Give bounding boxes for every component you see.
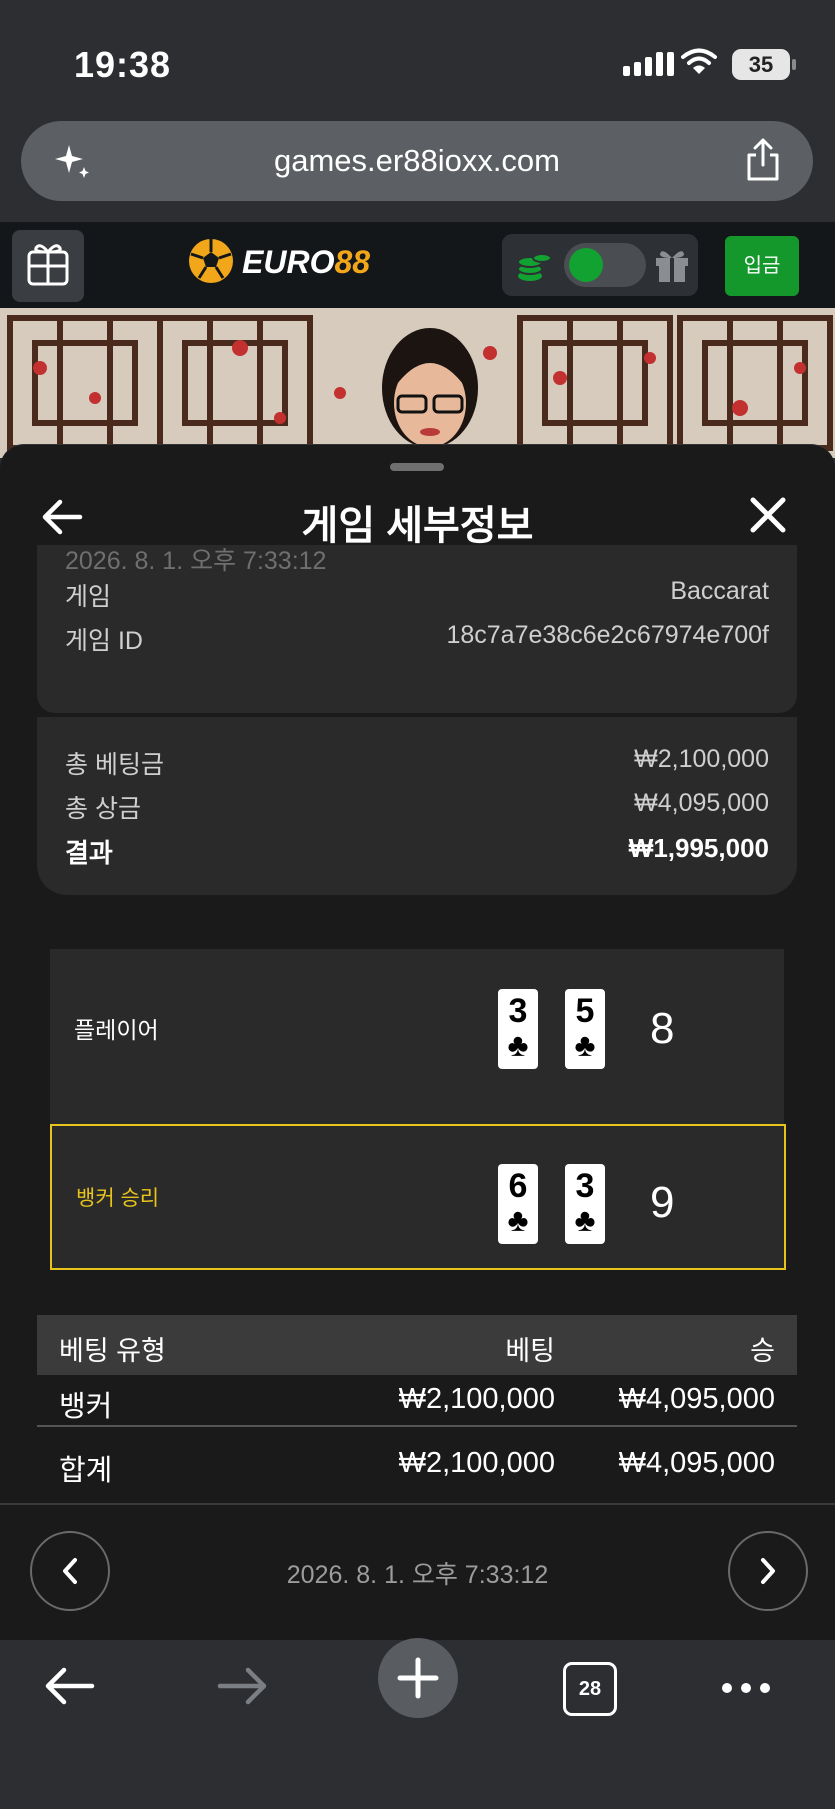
table-total-row: 합계 ₩2,100,000 ₩4,095,000 (37, 1433, 797, 1487)
game-id-label: 게임 ID (65, 627, 143, 655)
club-suit-icon: ♣ (574, 1027, 596, 1063)
club-suit-icon: ♣ (574, 1202, 596, 1238)
url-bar[interactable]: games.er88ioxx.com (21, 121, 813, 201)
win-amount-header: 승 (750, 1336, 775, 1366)
total-bet-row: 총 베팅금 ₩2,100,000 (65, 745, 769, 781)
total-win-cell: ₩4,095,000 (618, 1447, 775, 1479)
wallet-toggle-panel (502, 234, 698, 296)
game-row: 게임 Baccarat (65, 577, 769, 613)
result-value: ₩1,995,000 (628, 833, 769, 863)
gift-grid-icon (27, 244, 69, 286)
chevron-right-icon (761, 1558, 775, 1584)
banker-score: 9 (650, 1178, 675, 1227)
tab-count-button[interactable]: 28 (563, 1662, 617, 1716)
playing-card: 5 ♣ (565, 989, 605, 1069)
game-timestamp: 2026. 8. 1. 오후 7:33:12 (65, 547, 327, 575)
bets-table-header: 베팅 유형 베팅 승 (37, 1315, 797, 1375)
wallet-toggle[interactable] (564, 243, 646, 287)
sheet-drag-handle[interactable] (390, 463, 444, 471)
close-icon[interactable] (748, 495, 788, 535)
total-prize-row: 총 상금 ₩4,095,000 (65, 789, 769, 825)
card-rank: 6 (508, 1167, 528, 1205)
next-round-button[interactable] (728, 1531, 808, 1611)
total-bet-cell: ₩2,100,000 (398, 1447, 555, 1479)
result-label: 결과 (65, 838, 113, 868)
dealer-video-image (0, 308, 835, 458)
bet-type-cell: 뱅커 (59, 1391, 113, 1423)
status-time: 19:38 (74, 44, 172, 85)
bet-amount-header: 베팅 (505, 1336, 555, 1366)
betting-summary-card: 총 베팅금 ₩2,100,000 총 상금 ₩4,095,000 결과 ₩1,9… (37, 717, 797, 895)
win-amount-cell: ₩4,095,000 (618, 1383, 775, 1415)
promotions-button[interactable] (12, 230, 84, 302)
table-row: 뱅커 ₩2,100,000 ₩4,095,000 (37, 1369, 797, 1423)
game-info-card: 2026. 8. 1. 오후 7:33:12 게임 Baccarat 게임 ID… (37, 545, 797, 713)
banker-hand-winner: 뱅커 승리 6 ♣ 3 ♣ 9 (50, 1124, 786, 1270)
total-prize-label: 총 상금 (65, 795, 141, 823)
banker-win-label: 뱅커 승리 (76, 1187, 160, 1210)
card-rank: 5 (575, 992, 595, 1030)
round-date: 2026. 8. 1. 오후 7:33:12 (286, 1561, 549, 1589)
total-bet-value: ₩2,100,000 (634, 745, 769, 773)
game-label: 게임 (65, 583, 112, 611)
game-value: Baccarat (670, 577, 769, 605)
site-header: EURO88 입금 (0, 222, 835, 308)
bet-type-header: 베팅 유형 (59, 1336, 166, 1366)
club-suit-icon: ♣ (507, 1202, 529, 1238)
coins-icon (517, 253, 552, 281)
game-details-sheet: 게임 세부정보 2026. 8. 1. 오후 7:33:12 게임 Baccar… (0, 444, 835, 1641)
total-bet-label: 총 베팅금 (65, 751, 164, 779)
deposit-button[interactable]: 입금 (725, 236, 799, 296)
share-icon[interactable] (743, 137, 783, 183)
status-bar: 19:38 35 (0, 0, 835, 120)
player-score: 8 (650, 1004, 675, 1053)
total-prize-value: ₩4,095,000 (634, 789, 769, 817)
new-tab-button[interactable] (378, 1638, 458, 1718)
toggle-knob (569, 248, 603, 282)
gift-icon[interactable] (652, 245, 692, 285)
playing-card: 3 ♣ (565, 1164, 605, 1244)
logo-text: EURO88 (242, 244, 371, 280)
bet-amount-cell: ₩2,100,000 (398, 1383, 555, 1415)
result-row: 결과 ₩1,995,000 (65, 833, 769, 870)
playing-card: 3 ♣ (498, 989, 538, 1069)
club-suit-icon: ♣ (507, 1027, 529, 1063)
site-logo[interactable]: EURO88 (186, 236, 401, 286)
playing-card: 6 ♣ (498, 1164, 538, 1244)
total-type-cell: 합계 (59, 1455, 113, 1487)
plus-icon (397, 1657, 439, 1699)
live-dealer-video (0, 308, 835, 458)
sheet-title: 게임 세부정보 (301, 504, 534, 548)
card-rank: 3 (575, 1167, 595, 1205)
back-arrow-icon[interactable] (42, 1664, 98, 1708)
player-label: 플레이어 (74, 1017, 159, 1043)
more-options-icon[interactable] (722, 1680, 779, 1698)
wifi-icon (681, 48, 717, 74)
footer-divider (0, 1503, 835, 1505)
forward-arrow-icon[interactable] (214, 1664, 270, 1708)
game-id-row: 게임 ID 18c7a7e38c6e2c67974e700f (65, 621, 769, 657)
table-divider (37, 1425, 797, 1427)
browser-toolbar: 28 (0, 1638, 835, 1809)
soccer-ball-icon (189, 239, 233, 283)
player-hand: 플레이어 3 ♣ 5 ♣ 8 (50, 949, 784, 1124)
battery-indicator: 35 (732, 49, 796, 80)
card-rank: 3 (508, 992, 528, 1030)
game-id-value: 18c7a7e38c6e2c67974e700f (446, 621, 769, 649)
url-text[interactable]: games.er88ioxx.com (21, 143, 813, 179)
cellular-signal-icon (623, 50, 674, 76)
